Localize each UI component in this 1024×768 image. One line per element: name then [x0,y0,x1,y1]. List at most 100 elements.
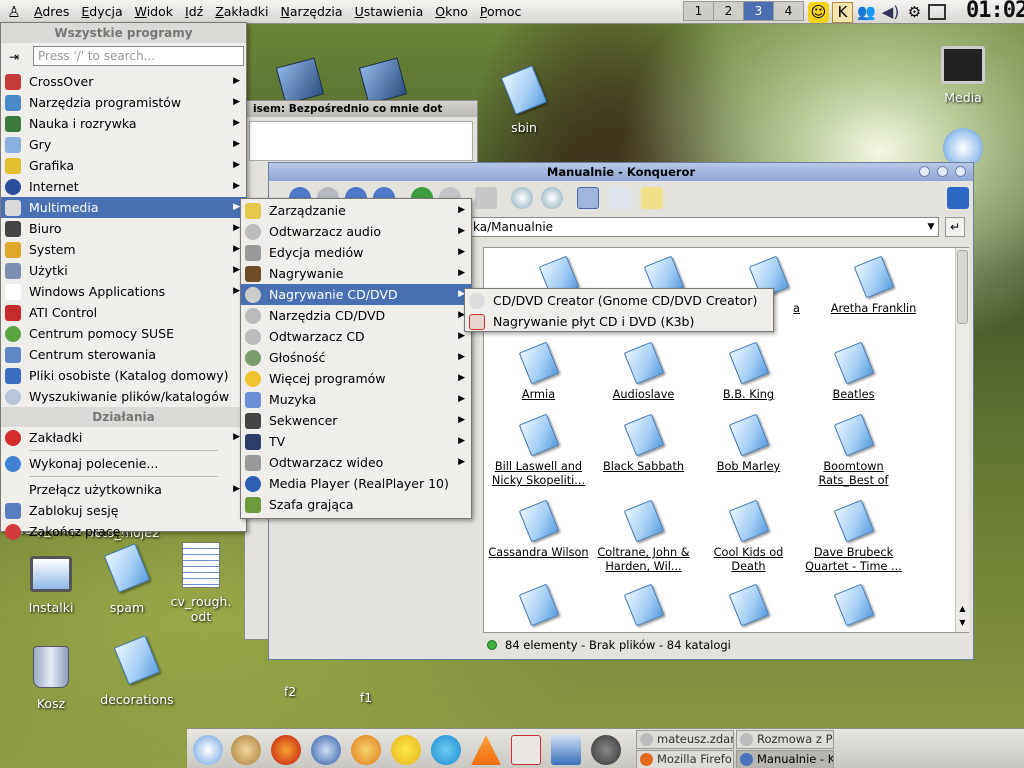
menu-item-science[interactable]: Nauka i rozrywka ▶ [1,113,246,134]
menu-zakladki[interactable]: Zakładki [209,0,274,24]
folder-item[interactable] [486,583,591,630]
menu-adres[interactable]: Adres [28,0,75,24]
desktop-1[interactable]: 1 [683,1,714,21]
gear-icon[interactable]: ⚙ [904,2,925,23]
submenu-item-cd-player[interactable]: Odtwarzacz CD ▶ [241,326,471,347]
menu-widok[interactable]: Widok [129,0,179,24]
folder-item[interactable]: Bob Marley [696,413,801,474]
submenu-item-media-edit[interactable]: Edycja mediów ▶ [241,242,471,263]
submenu-item-jukebox[interactable]: Szafa grająca [241,494,471,515]
submenu-item-sequencer[interactable]: Sekwencer ▶ [241,410,471,431]
gimp-icon[interactable] [231,735,261,765]
vlc-icon[interactable] [471,735,501,765]
print-icon[interactable] [475,187,497,209]
submenu-item-more-programs[interactable]: Więcej programów ▶ [241,368,471,389]
folder-item[interactable]: B.B. King [696,341,801,402]
submenu-item-cd-dvd-tools[interactable]: Narzędzia CD/DVD ▶ [241,305,471,326]
menu-okno[interactable]: Okno [429,0,474,24]
menu-item-multimedia[interactable]: Multimedia ▶ [1,197,246,218]
menu-idz[interactable]: Idź [179,0,209,24]
submenu-item-tv[interactable]: TV ▶ [241,431,471,452]
location-dropdown-icon[interactable]: ▼ [923,217,939,237]
menu-item-internet[interactable]: Internet ▶ [1,176,246,197]
task-rozmowa[interactable]: Rozmowa z P [736,730,834,749]
folder-item[interactable] [591,583,696,630]
folder-item[interactable]: Aretha Franklin [821,255,926,316]
desktop-icon-sbin[interactable]: sbin [479,65,569,135]
klipper-icon[interactable]: K [832,1,853,23]
detail-view-icon[interactable] [609,187,631,209]
task-mateusz[interactable]: mateusz.zdar [636,730,734,749]
menu-item-games[interactable]: Gry ▶ [1,134,246,155]
submenu-item-realplayer[interactable]: Media Player (RealPlayer 10) [241,473,471,494]
folder-item[interactable]: Black Sabbath [591,413,696,474]
scrollbar-thumb[interactable] [957,250,968,324]
desktop-icon-media[interactable]: Media [918,46,1008,105]
folder-item[interactable]: Dave Brubeck Quartet - Time ... [801,499,906,574]
submenu-item-video-player[interactable]: Odtwarzacz wideo ▶ [241,452,471,473]
desktop-icon-film-1[interactable] [255,57,345,105]
menu-item-dev-tools[interactable]: Narzędzia programistów ▶ [1,92,246,113]
minimize-button[interactable] [919,166,930,177]
menu-item-run-command[interactable]: Wykonaj polecenie... [1,453,246,474]
thunderbird-icon[interactable] [311,735,341,765]
desktop-icon-film-2[interactable] [338,57,428,105]
desktop-icon-f1[interactable]: f1 [321,666,411,705]
folder-item[interactable]: Coltrane, John & Harden, Wil... [591,499,696,574]
menu-item-suse-help[interactable]: Centrum pomocy SUSE [1,323,246,344]
office-impress-icon[interactable] [551,735,581,765]
kwallet-icon[interactable]: 👥 [856,2,877,23]
menu-item-graphics[interactable]: Grafika ▶ [1,155,246,176]
submenu-item-recording[interactable]: Nagrywanie ▶ [241,263,471,284]
folder-item[interactable] [696,583,801,630]
menu-item-switch-user[interactable]: Przełącz użytkownika ▶ [1,479,246,500]
preview-icon[interactable] [641,187,663,209]
folder-item[interactable]: Beatles [801,341,906,402]
acrobat-icon[interactable] [511,735,541,765]
task-firefox[interactable]: Mozilla Firefo [636,750,734,768]
submenu-item-music[interactable]: Muzyka ▶ [241,389,471,410]
menu-item-lock-session[interactable]: Zablokuj sesję [1,500,246,521]
monitor-icon[interactable] [928,4,946,20]
submenu-item-cd-dvd-burning[interactable]: Nagrywanie CD/DVD ▶ [241,284,471,305]
menu-item-find-files[interactable]: Wyszukiwanie plików/katalogów [1,386,246,407]
location-input[interactable]: ka/Manualnie [469,217,939,237]
smiley-icon[interactable] [391,735,421,765]
desktop-icon-decorations[interactable]: decorations [92,635,182,707]
desktop-icon-kosz[interactable]: Kosz [6,646,96,711]
close-button[interactable] [955,166,966,177]
menu-item-home[interactable]: Pliki osobiste (Katalog domowy) [1,365,246,386]
scroll-up-icon[interactable]: ▲ [957,604,968,616]
konqueror-gear-icon[interactable] [947,187,969,209]
zoom-in-icon[interactable] [511,187,533,209]
skype-icon[interactable] [431,735,461,765]
submenu-item-management[interactable]: Zarządzanie ▶ [241,200,471,221]
folder-item[interactable]: Bill Laswell and Nicky Skopeliti... [486,413,591,488]
zoom-out-icon[interactable] [541,187,563,209]
menu-ustawienia[interactable]: Ustawienia [349,0,430,24]
kmenu-button[interactable]: ♙ [0,0,28,24]
folder-item[interactable]: Audioslave [591,341,696,402]
kmail-bird-icon[interactable] [193,735,223,765]
menu-item-control-center[interactable]: Centrum sterowania [1,344,246,365]
smiley-icon[interactable]: ☺ [808,1,829,23]
menu-edycja[interactable]: Edycja [75,0,128,24]
firefox-icon[interactable] [271,735,301,765]
menu-item-bookmarks[interactable]: Zakładki ▶ [1,427,246,448]
island-game-icon[interactable] [351,735,381,765]
speaker-icon[interactable]: ◀) [880,2,901,23]
folder-item[interactable]: Boomtown Rats_Best of [801,413,906,488]
submenu-item-audio-player[interactable]: Odtwarzacz audio ▶ [241,221,471,242]
menu-narzedzia[interactable]: Narzędzia [275,0,349,24]
gimp-wilber-icon[interactable] [591,735,621,765]
menu-item-office[interactable]: Biuro ▶ [1,218,246,239]
folder-item[interactable] [801,583,906,630]
clock[interactable]: 01:02 [966,0,1024,24]
vertical-scrollbar[interactable]: ▲ ▼ [955,248,969,632]
scroll-down-icon[interactable]: ▼ [957,618,968,630]
go-button[interactable]: ↵ [945,217,965,237]
desktop-icon-cv[interactable]: cv_rough. odt [156,542,246,624]
menu-item-logout[interactable]: Zakończ pracę... [1,521,246,542]
menu-item-system[interactable]: System ▶ [1,239,246,260]
menu-search-input[interactable]: Press '/' to search... [33,46,244,66]
